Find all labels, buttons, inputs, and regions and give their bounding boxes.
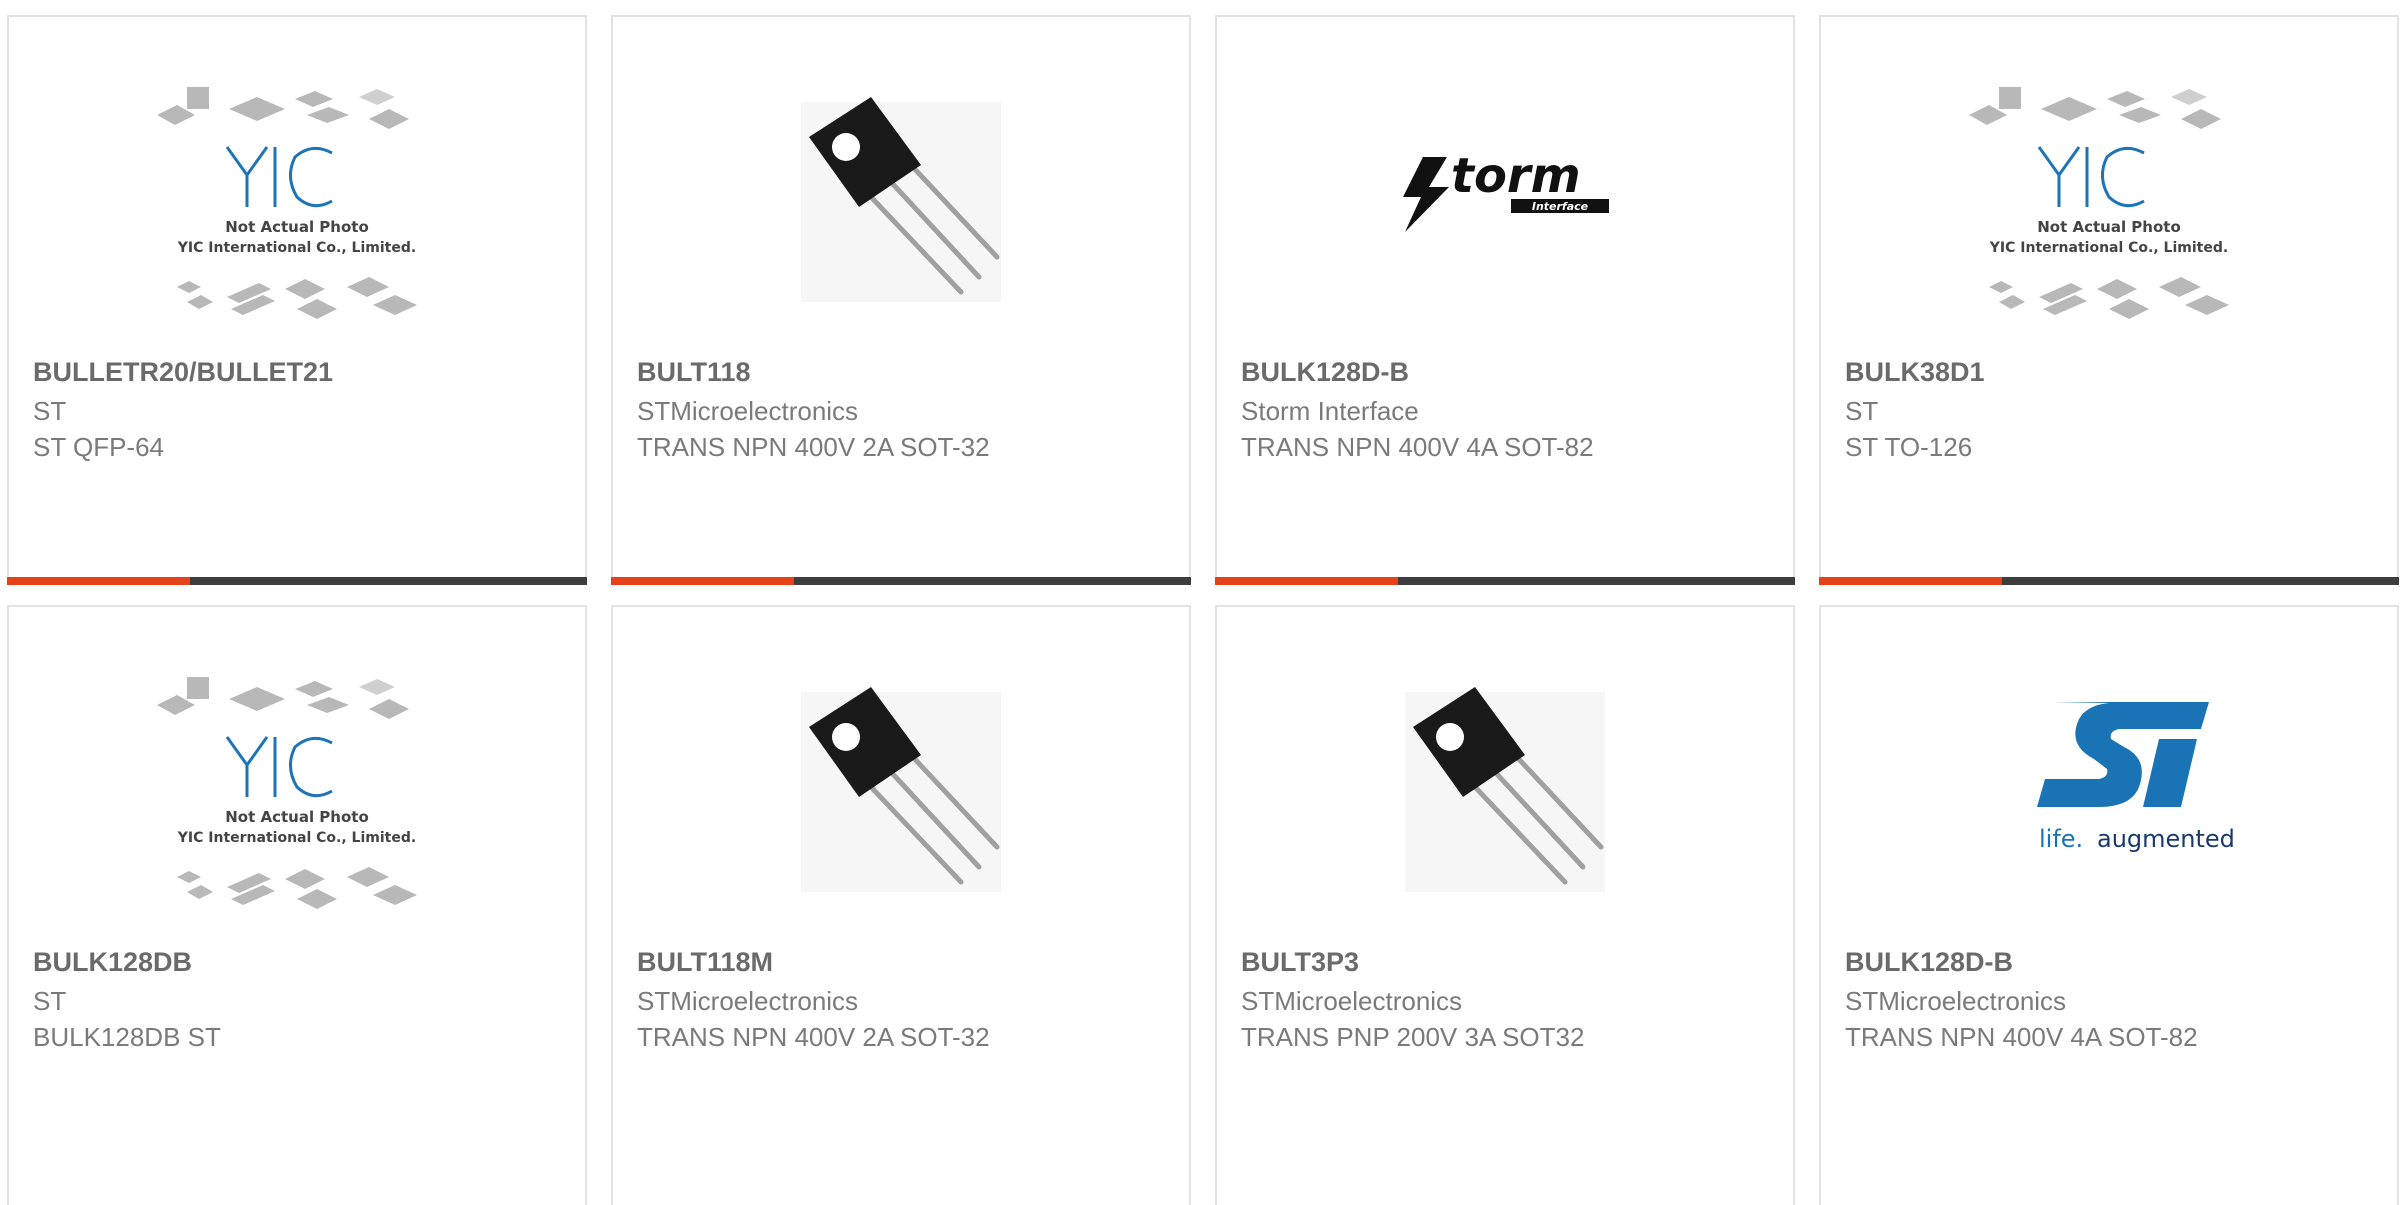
manufacturer: STMicroelectronics — [1241, 986, 1463, 1016]
product-image — [751, 57, 1051, 357]
card-accent-bar — [611, 577, 794, 585]
product-card[interactable]: Not Actual Photo YIC International Co., … — [7, 605, 587, 1205]
part-number[interactable]: BULLETR20/BULLET21 — [33, 357, 333, 388]
description: TRANS NPN 400V 4A SOT-82 — [1845, 1022, 2198, 1052]
description: TRANS NPN 400V 2A SOT-32 — [637, 432, 990, 462]
product-image: Not Actual Photo YIC International Co., … — [147, 647, 447, 947]
description: TRANS NPN 400V 2A SOT-32 — [637, 1022, 990, 1052]
manufacturer: STMicroelectronics — [1845, 986, 2067, 1016]
svg-text:YIC International Co., Limited: YIC International Co., Limited. — [1989, 240, 2228, 256]
manufacturer: ST — [1845, 396, 1879, 426]
part-number[interactable]: BULK128DB — [33, 947, 192, 978]
part-number[interactable]: BULK38D1 — [1845, 357, 1985, 388]
card-bottom-bar — [1819, 577, 2399, 585]
product-image — [1355, 647, 1655, 947]
product-card[interactable]: Not Actual Photo YIC International Co., … — [1819, 15, 2399, 585]
product-image — [751, 647, 1051, 947]
svg-text:torm: torm — [1451, 148, 1581, 204]
product-image: Not Actual Photo YIC International Co., … — [147, 57, 447, 357]
manufacturer: STMicroelectronics — [637, 986, 859, 1016]
product-image: life. augmented — [1959, 647, 2259, 947]
part-number[interactable]: BULT3P3 — [1241, 947, 1359, 978]
product-image: torm Interface — [1355, 57, 1655, 357]
card-bottom-bar — [1215, 577, 1795, 585]
card-bottom-bar — [611, 577, 1191, 585]
description: TRANS NPN 400V 4A SOT-82 — [1241, 432, 1594, 462]
svg-text:Not Actual Photo: Not Actual Photo — [2037, 218, 2181, 236]
manufacturer: ST — [33, 986, 67, 1016]
manufacturer: STMicroelectronics — [637, 396, 859, 426]
product-card[interactable]: BULT118 STMicroelectronics TRANS NPN 400… — [611, 15, 1191, 585]
card-bottom-bar — [7, 577, 587, 585]
svg-text:life.: life. — [2039, 825, 2083, 853]
svg-text:Not Actual Photo: Not Actual Photo — [225, 218, 369, 236]
svg-text:Not Actual Photo: Not Actual Photo — [225, 808, 369, 826]
part-number[interactable]: BULK128D-B — [1241, 357, 1409, 388]
card-accent-bar — [1819, 577, 2002, 585]
card-accent-bar — [7, 577, 190, 585]
product-card[interactable]: life. augmented BULK128D-B STMicroelectr… — [1819, 605, 2399, 1205]
description: ST TO-126 — [1845, 432, 1973, 462]
product-card[interactable]: Not Actual Photo YIC International Co., … — [7, 15, 587, 585]
part-number[interactable]: BULK128D-B — [1845, 947, 2013, 978]
part-number[interactable]: BULT118M — [637, 947, 773, 978]
manufacturer: ST — [33, 396, 67, 426]
svg-text:Interface: Interface — [1532, 200, 1589, 213]
card-accent-bar — [1215, 577, 1398, 585]
product-card[interactable]: BULT118M STMicroelectronics TRANS NPN 40… — [611, 605, 1191, 1205]
description: ST QFP-64 — [33, 432, 165, 462]
description: BULK128DB ST — [33, 1022, 221, 1052]
product-card[interactable]: BULT3P3 STMicroelectronics TRANS PNP 200… — [1215, 605, 1795, 1205]
svg-text:YIC International Co., Limited: YIC International Co., Limited. — [177, 240, 416, 256]
manufacturer: Storm Interface — [1241, 396, 1419, 426]
product-card[interactable]: torm Interface BULK128D-B Storm Interfac… — [1215, 15, 1795, 585]
svg-text:augmented: augmented — [2097, 825, 2235, 853]
svg-text:YIC International Co., Limited: YIC International Co., Limited. — [177, 830, 416, 846]
part-number[interactable]: BULT118 — [637, 357, 751, 388]
description: TRANS PNP 200V 3A SOT32 — [1241, 1022, 1585, 1052]
product-image: Not Actual Photo YIC International Co., … — [1959, 57, 2259, 357]
